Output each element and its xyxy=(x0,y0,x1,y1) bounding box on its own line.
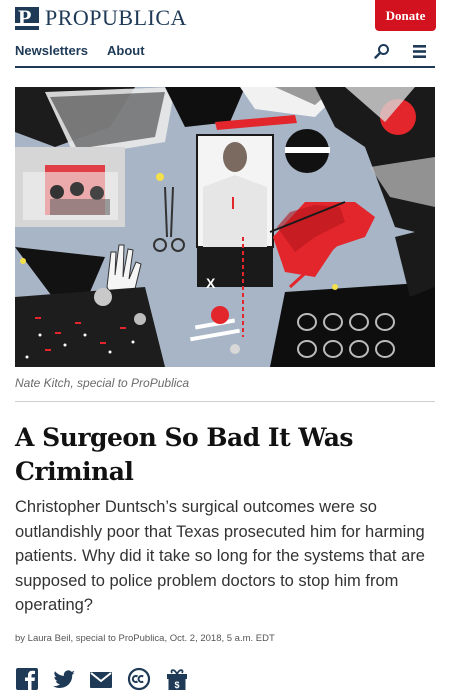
divider xyxy=(15,401,435,402)
logo-mark-icon: P xyxy=(15,6,39,30)
search-icon[interactable] xyxy=(374,43,390,59)
donate-button[interactable]: Donate xyxy=(375,0,436,31)
email-icon[interactable] xyxy=(88,666,114,692)
primary-nav: Newsletters About xyxy=(15,38,435,68)
article-headline: A Surgeon So Bad It Was Criminal xyxy=(15,423,354,486)
facebook-icon[interactable] xyxy=(15,666,41,692)
gift-donate-icon[interactable]: $ xyxy=(164,666,190,692)
svg-text:$: $ xyxy=(174,680,179,690)
creative-commons-icon[interactable] xyxy=(126,666,152,692)
top-bar: P PROPUBLICA Donate xyxy=(0,0,450,36)
hamburger-menu-icon[interactable] xyxy=(413,45,426,58)
logo-wordmark: PROPUBLICA xyxy=(45,5,187,30)
nav-newsletters-link[interactable]: Newsletters xyxy=(15,43,88,58)
nav-about-link[interactable]: About xyxy=(107,43,145,58)
hero-illustration: X xyxy=(15,87,435,367)
hero-overlay-mark: X xyxy=(206,275,216,291)
twitter-icon[interactable] xyxy=(51,666,77,692)
article-deck: Christopher Duntsch’s surgical outcomes … xyxy=(15,498,425,614)
article-byline: by Laura Beil, special to ProPublica, Oc… xyxy=(15,633,275,644)
collage-artwork xyxy=(15,87,435,367)
image-caption: Nate Kitch, special to ProPublica xyxy=(15,376,190,390)
logo-mark-letter: P xyxy=(18,6,32,30)
propublica-logo[interactable]: P PROPUBLICA xyxy=(15,6,187,30)
